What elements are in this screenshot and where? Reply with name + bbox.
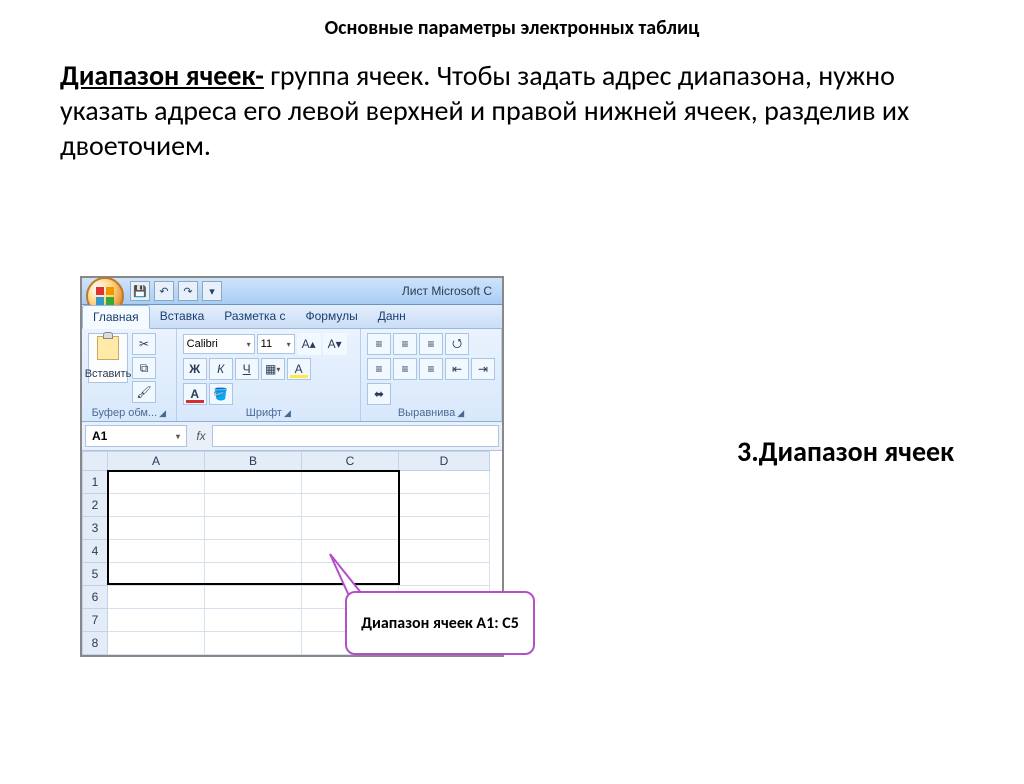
callout-text: Диапазон ячеек А1: С5 [361, 614, 519, 633]
formula-bar[interactable] [212, 425, 499, 447]
clipboard-icon [97, 336, 119, 360]
copy-icon[interactable]: ⧉ [132, 357, 156, 379]
redo-icon[interactable]: ↷ [178, 281, 198, 301]
quick-access-toolbar: 💾 ↶ ↷ ▾ [130, 281, 222, 301]
row-header[interactable]: 5 [82, 563, 108, 586]
fill-color-icon[interactable]: A [287, 358, 311, 380]
definition-paragraph: Диапазон ячеек- группа ячеек. Чтобы зада… [60, 58, 964, 163]
font-size-combo[interactable]: 11▾ [257, 334, 295, 354]
tab-pagelayout[interactable]: Разметка с [214, 305, 295, 328]
clipboard-group-label: Буфер обм... [92, 407, 158, 419]
merge-icon[interactable]: ⬌ [367, 383, 391, 405]
align-left-icon[interactable]: ≡ [367, 358, 391, 380]
align-bottom-icon[interactable]: ≡ [419, 333, 443, 355]
font-group-label: Шрифт [246, 407, 282, 419]
align-right-icon[interactable]: ≡ [419, 358, 443, 380]
bold-button[interactable]: Ж [183, 358, 207, 380]
col-header-c[interactable]: C [302, 451, 399, 471]
row-header[interactable]: 6 [82, 586, 108, 609]
tab-formulas[interactable]: Формулы [296, 305, 368, 328]
paste-button[interactable]: Вставить [88, 333, 128, 383]
font-name-combo[interactable]: Calibri▾ [183, 334, 255, 354]
name-box[interactable]: A1▾ [85, 425, 187, 447]
font-color-icon[interactable]: A [183, 383, 207, 405]
ribbon-tabs: Главная Вставка Разметка с Формулы Данн [82, 305, 502, 329]
save-icon[interactable]: 💾 [130, 281, 150, 301]
col-header-b[interactable]: B [205, 451, 302, 471]
ribbon: Вставить ✂ ⧉ 🖌 Буфер обм...◢ Calibri▾ 11… [82, 329, 502, 422]
tab-insert[interactable]: Вставка [150, 305, 215, 328]
orientation-icon[interactable]: ⭯ [445, 333, 469, 355]
underline-button[interactable]: Ч [235, 358, 259, 380]
qat-more-icon[interactable]: ▾ [202, 281, 222, 301]
row-header[interactable]: 7 [82, 609, 108, 632]
format-painter-icon[interactable]: 🖌 [132, 381, 156, 403]
row-header[interactable]: 3 [82, 517, 108, 540]
align-top-icon[interactable]: ≡ [367, 333, 391, 355]
section-label: 3.Диапазон ячеек [737, 434, 954, 469]
row-header[interactable]: 2 [82, 494, 108, 517]
decrease-indent-icon[interactable]: ⇤ [445, 358, 469, 380]
align-middle-icon[interactable]: ≡ [393, 333, 417, 355]
grow-font-icon[interactable]: A▴ [297, 333, 321, 355]
paste-label: Вставить [85, 368, 132, 380]
alignment-group-label: Выравнива [398, 407, 455, 419]
col-header-a[interactable]: A [108, 451, 205, 471]
row-header[interactable]: 4 [82, 540, 108, 563]
term: Диапазон ячеек- [60, 58, 264, 93]
fill-icon[interactable]: 🪣 [209, 383, 233, 405]
ribbon-group-clipboard: Вставить ✂ ⧉ 🖌 Буфер обм...◢ [82, 329, 177, 421]
col-header-d[interactable]: D [399, 451, 490, 471]
row-header[interactable]: 8 [82, 632, 108, 655]
undo-icon[interactable]: ↶ [154, 281, 174, 301]
ribbon-group-font: Calibri▾ 11▾ A▴ A▾ Ж К Ч ▦▾ A A 🪣 Шрифт◢ [177, 329, 361, 421]
increase-indent-icon[interactable]: ⇥ [471, 358, 495, 380]
callout-box: Диапазон ячеек А1: С5 [345, 591, 535, 655]
tab-data[interactable]: Данн [368, 305, 416, 328]
border-icon[interactable]: ▦▾ [261, 358, 285, 380]
fx-icon[interactable]: fx [190, 422, 212, 450]
window-title: Лист Microsoft С [402, 284, 498, 298]
ribbon-group-alignment: ≡ ≡ ≡ ⭯ ≡ ≡ ≡ ⇤ ⇥ ⬌ Выравнива◢ [361, 329, 502, 421]
tab-home[interactable]: Главная [82, 305, 150, 329]
italic-button[interactable]: К [209, 358, 233, 380]
slide-title: Основные параметры электронных таблиц [0, 16, 1024, 40]
cut-icon[interactable]: ✂ [132, 333, 156, 355]
select-all-corner[interactable] [82, 451, 108, 471]
shrink-font-icon[interactable]: A▾ [323, 333, 347, 355]
formula-bar-row: A1▾ fx [82, 422, 502, 451]
align-center-icon[interactable]: ≡ [393, 358, 417, 380]
row-header[interactable]: 1 [82, 471, 108, 494]
titlebar: 💾 ↶ ↷ ▾ Лист Microsoft С [82, 278, 502, 305]
